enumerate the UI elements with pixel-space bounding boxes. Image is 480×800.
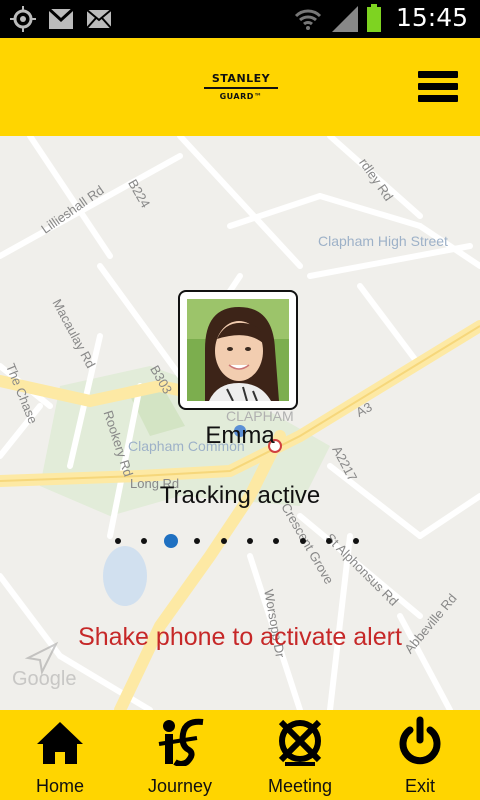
power-icon	[399, 716, 441, 765]
logo-brand: STANLEY	[204, 72, 278, 89]
page-dot[interactable]	[352, 538, 359, 544]
page-dot[interactable]	[220, 538, 227, 544]
stanley-guard-logo: STANLEY GUARD™	[204, 72, 278, 101]
journey-icon	[158, 718, 204, 766]
tracking-status: Tracking active	[159, 482, 321, 509]
page-dot[interactable]	[141, 538, 148, 544]
gmail-icon	[48, 8, 74, 29]
page-dot[interactable]	[247, 538, 253, 544]
nav-home[interactable]: Home	[0, 710, 120, 800]
gps-icon	[10, 6, 36, 32]
page-dot-active[interactable]	[163, 534, 178, 548]
page-dot[interactable]	[326, 538, 333, 544]
page-indicator	[111, 534, 371, 548]
nav-exit-label: Exit	[404, 776, 435, 796]
nav-meeting[interactable]: Meeting	[240, 710, 360, 800]
signal-icon	[331, 5, 358, 32]
notification-icons	[10, 6, 112, 32]
page-dot[interactable]	[273, 538, 280, 544]
nav-journey-label: Journey	[147, 776, 213, 796]
profile-photo	[187, 299, 289, 401]
page-dot[interactable]	[115, 538, 121, 544]
battery-icon	[366, 3, 381, 32]
hamburger-menu-icon[interactable]	[418, 71, 458, 107]
wifi-icon	[294, 9, 322, 30]
meeting-icon	[278, 719, 322, 766]
nav-home-label: Home	[35, 776, 84, 796]
logo-product: GUARD™	[219, 92, 263, 101]
profile-photo-frame[interactable]	[178, 290, 298, 410]
email-icon	[86, 9, 112, 29]
tracked-person-name: Emma	[205, 422, 275, 449]
nav-exit[interactable]: Exit	[360, 710, 480, 800]
status-bar: 15:45	[0, 0, 480, 38]
shake-alert-text: Shake phone to activate alert	[78, 623, 402, 651]
clock: 15:45	[395, 3, 468, 32]
system-icons: 15:45	[294, 3, 468, 32]
home-icon	[37, 722, 83, 764]
map-label: Clapham High Street	[318, 233, 448, 249]
app-header: STANLEY GUARD™	[0, 38, 480, 136]
google-logo: Google	[12, 668, 77, 690]
page-dot[interactable]	[194, 538, 201, 544]
bottom-navigation: Home Journey Meeting Exit	[0, 710, 480, 800]
page-dot[interactable]	[299, 538, 306, 544]
nav-journey[interactable]: Journey	[120, 710, 240, 800]
nav-meeting-label: Meeting	[267, 776, 333, 796]
